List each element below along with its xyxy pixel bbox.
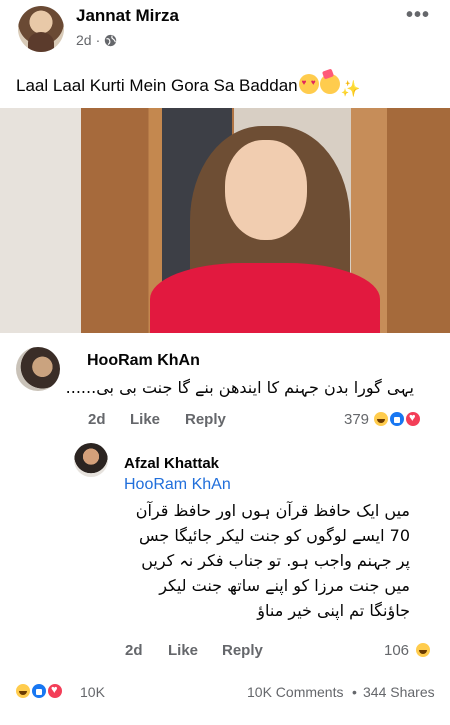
comment-avatar[interactable] xyxy=(16,347,60,391)
love-reaction-icon xyxy=(46,682,64,700)
caption-text: Laal Laal Kurti Mein Gora Sa Baddan xyxy=(16,76,298,95)
author-name[interactable]: Jannat Mirza xyxy=(76,6,179,26)
footer-separator: • xyxy=(352,684,357,700)
sparkles-emoji-icon: ✨ xyxy=(340,81,361,98)
post-meta: 2d · xyxy=(76,32,117,48)
reply-button[interactable]: Reply xyxy=(185,411,226,428)
reply-reaction-count[interactable]: 106 xyxy=(384,642,409,659)
reply-text: میں ایک حافظ قرآن ہوں اور حافظ قرآن 70 ا… xyxy=(135,501,410,620)
reply-like-button[interactable]: Like xyxy=(168,642,198,659)
comment-time[interactable]: 2d xyxy=(88,411,106,428)
post-reaction-count[interactable]: 10K xyxy=(80,684,105,700)
meta-dot: · xyxy=(95,32,101,48)
shares-count[interactable]: 344 Shares xyxy=(363,684,435,700)
globe-icon xyxy=(105,34,117,46)
haha-reaction-icon xyxy=(414,641,432,659)
love-reaction-icon xyxy=(404,410,422,428)
post-caption: Laal Laal Kurti Mein Gora Sa Baddan ✨ xyxy=(16,74,361,99)
comment-text: یہی گورا بدن جہنم کا ایندھن بنے گا جنت ب… xyxy=(65,378,414,397)
photo-subject-top xyxy=(150,263,380,333)
like-button[interactable]: Like xyxy=(130,411,160,428)
reply-avatar[interactable] xyxy=(74,443,108,477)
post-header: Jannat Mirza 2d · ••• xyxy=(0,0,450,60)
reply-reply-button[interactable]: Reply xyxy=(222,642,263,659)
post-photo[interactable] xyxy=(0,108,450,333)
smiling-hearts-emoji-icon xyxy=(298,74,319,94)
party-face-emoji-icon xyxy=(319,74,340,94)
more-dots-icon[interactable]: ••• xyxy=(406,4,430,27)
photo-subject-face xyxy=(225,140,307,240)
comments-count[interactable]: 10K Comments xyxy=(247,684,343,700)
comment-reaction-count[interactable]: 379 xyxy=(344,411,369,428)
reply-mention[interactable]: HooRam KhAn xyxy=(124,476,231,494)
reply-time[interactable]: 2d xyxy=(125,642,143,659)
comment-author[interactable]: HooRam KhAn xyxy=(87,352,200,370)
reply-author[interactable]: Afzal Khattak xyxy=(124,455,219,472)
author-avatar[interactable] xyxy=(18,6,64,52)
post-time[interactable]: 2d xyxy=(76,32,92,48)
